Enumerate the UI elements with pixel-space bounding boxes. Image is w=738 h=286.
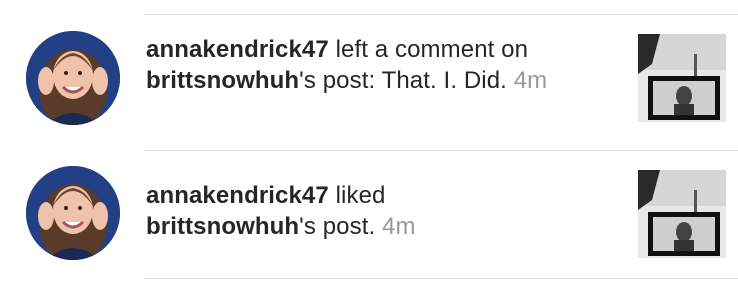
- comment-text: 's post: That. I. Did.: [299, 67, 507, 94]
- post-image: [638, 34, 726, 122]
- post-image: [638, 170, 726, 258]
- notification-text: annakendrick47 left a comment on brittsn…: [146, 34, 616, 96]
- action-text: left a comment on: [328, 36, 529, 63]
- target-username-link[interactable]: brittsnowhuh: [146, 67, 299, 94]
- username-link[interactable]: annakendrick47: [146, 36, 329, 63]
- action-text: liked: [328, 182, 386, 209]
- avatar-image: [26, 31, 120, 125]
- timestamp: 4m: [513, 67, 548, 94]
- notification-text: annakendrick47 liked brittsnowhuh's post…: [146, 180, 616, 242]
- divider: [144, 278, 738, 279]
- user-avatar[interactable]: [26, 31, 120, 125]
- divider: [144, 14, 738, 15]
- post-thumbnail[interactable]: [638, 34, 726, 122]
- avatar-image: [26, 166, 120, 260]
- username-link[interactable]: annakendrick47: [146, 182, 329, 209]
- user-avatar[interactable]: [26, 166, 120, 260]
- timestamp: 4m: [382, 213, 416, 240]
- divider: [144, 150, 738, 151]
- target-username-link[interactable]: brittsnowhuh: [146, 213, 299, 240]
- activity-feed: annakendrick47 left a comment on brittsn…: [0, 0, 738, 286]
- post-text: 's post.: [299, 213, 376, 240]
- post-thumbnail[interactable]: [638, 170, 726, 258]
